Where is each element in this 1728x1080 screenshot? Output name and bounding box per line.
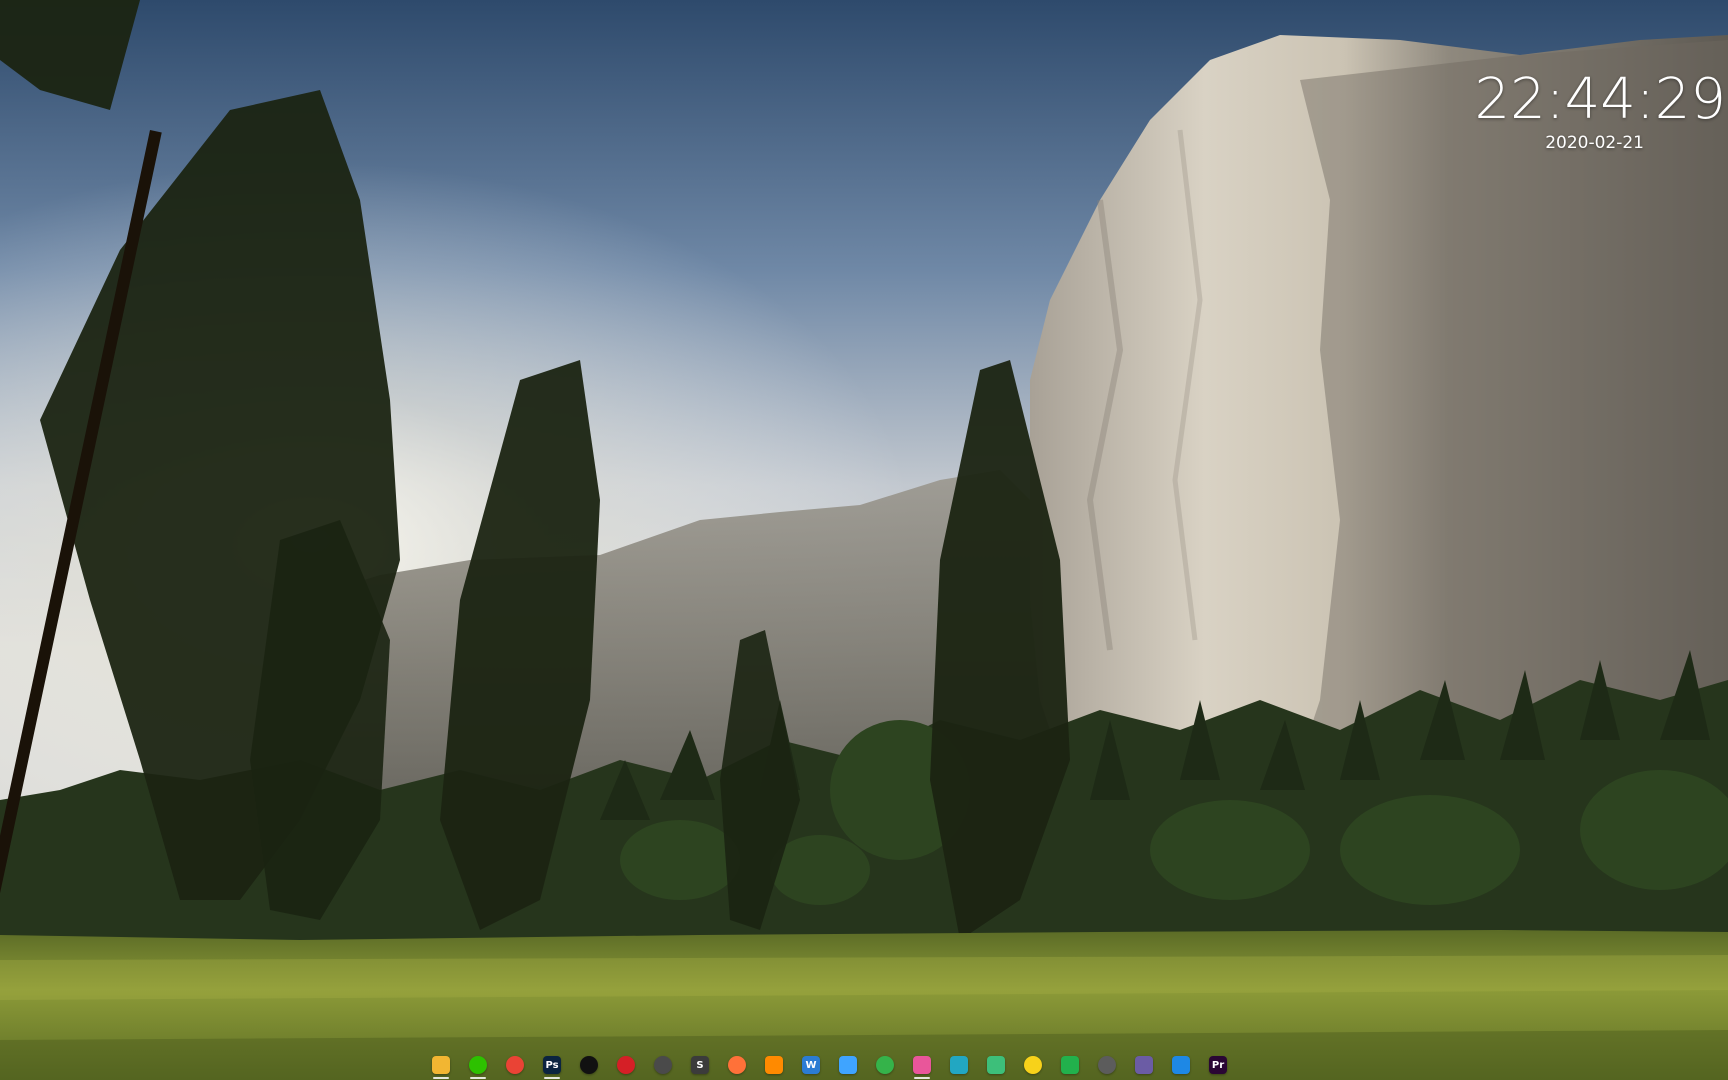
- word-icon: W: [802, 1056, 820, 1074]
- photoshop-icon: Ps: [543, 1056, 561, 1074]
- circle-app-icon: [654, 1056, 672, 1074]
- running-indicator: [544, 1077, 560, 1079]
- firefox-icon: [728, 1056, 746, 1074]
- search-icon: [765, 1056, 783, 1074]
- dock-item-chrome[interactable]: [498, 1052, 532, 1078]
- music-icon: [617, 1056, 635, 1074]
- lines-icon: [1135, 1056, 1153, 1074]
- dock-item-vscode[interactable]: [942, 1052, 976, 1078]
- desktop-wallpaper: [0, 0, 1728, 1080]
- dock-item-file-explorer[interactable]: [424, 1052, 458, 1079]
- dock-item-notes[interactable]: [831, 1052, 865, 1078]
- smile-icon: [876, 1056, 894, 1074]
- dock-item-photoshop[interactable]: Ps: [535, 1052, 569, 1079]
- image-icon: [913, 1056, 931, 1074]
- dock-taskbar: Ps S W Pr: [424, 1052, 1235, 1079]
- dock-item-search-tool[interactable]: [757, 1052, 791, 1078]
- gear-icon: [1098, 1056, 1116, 1074]
- dock-item-wechat[interactable]: [461, 1052, 495, 1079]
- notes-icon: [839, 1056, 857, 1074]
- play-icon: [1061, 1056, 1079, 1074]
- folder-icon: [432, 1056, 450, 1074]
- dock-item-qq[interactable]: [572, 1052, 606, 1078]
- dock-item-settings[interactable]: [1090, 1052, 1124, 1078]
- desktop[interactable]: 22:44:29 2020-02-21 Ps S W Pr: [0, 0, 1728, 1080]
- running-indicator: [470, 1077, 486, 1079]
- dock-item-firefox[interactable]: [720, 1052, 754, 1078]
- dock-item-premiere[interactable]: Pr: [1201, 1052, 1235, 1078]
- penguin-icon: [580, 1056, 598, 1074]
- chrome-icon: [506, 1056, 524, 1074]
- dock-item-word[interactable]: W: [794, 1052, 828, 1078]
- dock-item-sublime-text[interactable]: S: [683, 1052, 717, 1078]
- premiere-icon: Pr: [1209, 1056, 1227, 1074]
- sublime-icon: S: [691, 1056, 709, 1074]
- running-indicator: [914, 1077, 930, 1079]
- dock-item-remote-desktop[interactable]: [1164, 1052, 1198, 1078]
- dock-item-media-player[interactable]: [1053, 1052, 1087, 1078]
- dock-item-design-tool[interactable]: [979, 1052, 1013, 1078]
- clock-date: 2020-02-21: [1545, 133, 1644, 153]
- yellow-app-icon: [1024, 1056, 1042, 1074]
- dock-item-app-circle[interactable]: [646, 1052, 680, 1078]
- dock-item-image-viewer[interactable]: [905, 1052, 939, 1079]
- palette-icon: [987, 1056, 1005, 1074]
- clock-time: 22:44:29: [1474, 67, 1726, 132]
- dock-item-app-green[interactable]: [868, 1052, 902, 1078]
- clock-widget: 22:44:29 2020-02-21: [1468, 70, 1728, 154]
- dock-item-app-lines[interactable]: [1127, 1052, 1161, 1078]
- remote-icon: [1172, 1056, 1190, 1074]
- chat-bubble-icon: [469, 1056, 487, 1074]
- dock-item-app-yellow[interactable]: [1016, 1052, 1050, 1078]
- vscode-icon: [950, 1056, 968, 1074]
- dock-item-netease-music[interactable]: [609, 1052, 643, 1078]
- running-indicator: [433, 1077, 449, 1079]
